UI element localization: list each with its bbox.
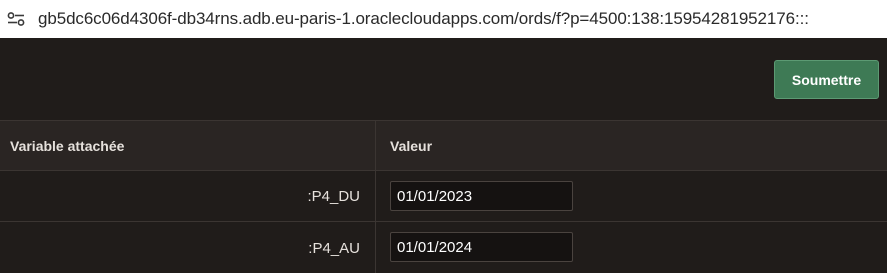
address-bar[interactable]: gb5dc6c06d4306f-db34rns.adb.eu-paris-1.o…: [0, 0, 887, 38]
column-divider: [375, 121, 376, 273]
value-input-p4-au[interactable]: [390, 232, 573, 262]
table-header-row: Variable attachée Valeur: [0, 121, 887, 171]
column-header-variable: Variable attachée: [10, 138, 125, 154]
url-text[interactable]: gb5dc6c06d4306f-db34rns.adb.eu-paris-1.o…: [38, 9, 809, 29]
variable-name: :P4_AU: [308, 239, 360, 257]
table-row: :P4_DU: [0, 171, 887, 222]
variable-name: :P4_DU: [307, 187, 360, 205]
bind-variables-table: Variable attachée Valeur :P4_DU :P4_AU: [0, 120, 887, 273]
submit-button[interactable]: Soumettre: [774, 60, 879, 99]
column-header-value: Valeur: [390, 138, 433, 154]
page-toolbar: Soumettre: [0, 38, 887, 120]
tune-icon[interactable]: [5, 8, 27, 30]
value-input-p4-du[interactable]: [390, 181, 573, 211]
table-row: :P4_AU: [0, 222, 887, 273]
